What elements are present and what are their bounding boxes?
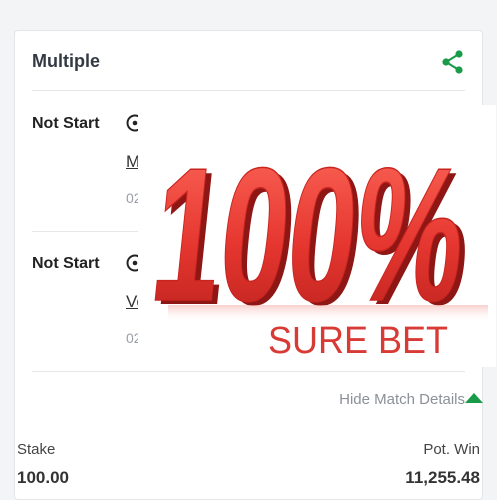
match-status: Not Start: [32, 115, 100, 132]
potential-win-label: Pot. Win: [423, 441, 480, 458]
potential-win-value: 11,255.48: [405, 468, 480, 487]
stake-label: Stake: [17, 441, 56, 458]
header-divider: [32, 90, 465, 91]
match-status: Not Start: [32, 255, 100, 272]
share-icon[interactable]: [440, 49, 466, 75]
promo-overlay-image: 100% 100% SURE BET: [138, 105, 496, 367]
sure-bet-graphic: 100% 100% SURE BET: [142, 129, 488, 362]
card-title: Multiple: [32, 51, 100, 71]
promo-tagline: SURE BET: [268, 320, 448, 362]
match-divider: [32, 371, 465, 372]
card-header: Multiple: [15, 31, 482, 91]
triangle-up-icon[interactable]: [465, 393, 483, 403]
hide-match-details-link[interactable]: Hide Match Details: [339, 391, 465, 408]
stake-value: 100.00: [17, 468, 69, 487]
